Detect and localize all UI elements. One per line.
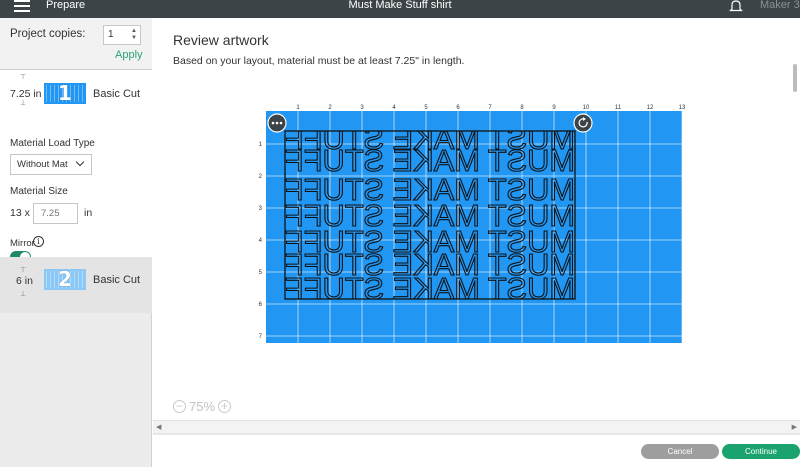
machine-name[interactable]: Maker 3 <box>760 0 800 11</box>
top-bar: Prepare Must Make Stuff shirt Maker 3 <box>0 0 800 18</box>
mat-length: 6 in <box>16 275 33 287</box>
rotate-icon[interactable] <box>573 113 593 133</box>
ruler-tick-label: 10 <box>583 105 590 111</box>
ruler-tick-label: 1 <box>296 105 300 111</box>
scroll-left-icon[interactable]: ◀ <box>156 423 161 431</box>
material-load-label: Material Load Type <box>10 138 95 149</box>
zoom-in-icon[interactable]: + <box>218 400 232 414</box>
dimension-bottom-icon: ⊥ <box>20 291 27 298</box>
zoom-control: −75% + <box>173 398 232 415</box>
ruler-tick-label: 7 <box>259 334 263 340</box>
continue-button[interactable]: Continue <box>722 444 800 459</box>
zoom-out-icon[interactable]: − <box>173 400 186 414</box>
material-width: 13 x <box>10 207 30 219</box>
material-unit: in <box>84 207 93 219</box>
bell-icon[interactable] <box>729 0 743 12</box>
ruler-tick-label: 6 <box>259 302 263 308</box>
project-title: Must Make Stuff shirt <box>348 0 452 11</box>
mat-number: 1 <box>58 81 72 105</box>
ruler-tick-label: 2 <box>259 174 263 180</box>
zoom-level: 75% <box>189 399 216 415</box>
footer-bar: Cancel Continue <box>153 434 800 467</box>
more-options-icon[interactable] <box>267 113 287 133</box>
vertical-scrollbar[interactable] <box>791 58 800 418</box>
mat-thumbnail[interactable]: 2 <box>44 269 86 290</box>
info-icon[interactable]: i <box>33 236 44 247</box>
mat-length: 7.25 in <box>10 88 42 100</box>
mat-thumbnail[interactable]: 1 <box>44 83 86 104</box>
chevron-down-icon <box>75 157 85 167</box>
ruler-tick-label: 3 <box>360 105 364 111</box>
ruler-tick-label: 8 <box>520 105 524 111</box>
cut-type-label: Basic Cut <box>93 274 141 286</box>
ruler-tick-label: 6 <box>456 105 460 111</box>
material-length-input[interactable]: 7.25 <box>33 203 78 224</box>
ruler-left: 1 2 3 4 5 6 7 <box>259 142 263 340</box>
ruler-tick-label: 3 <box>259 206 263 212</box>
artwork-text[interactable]: MUST MAKE STUFFMUST MAKE STUFFMUST MAKE … <box>285 121 575 306</box>
dimension-top-icon: ⊤ <box>20 74 27 81</box>
project-copies-panel: Project copies: 1 ▲ ▼ Apply <box>0 18 152 70</box>
mirror-label: Mirror <box>10 238 35 249</box>
copies-label: Project copies: <box>10 28 86 40</box>
dimension-bottom-icon: ⊥ <box>20 100 27 107</box>
scroll-right-icon[interactable]: ▶ <box>792 423 797 431</box>
ruler-tick-label: 1 <box>259 142 263 148</box>
mat-item-1[interactable]: ⊤ 7.25 in ⊥ 1 Basic Cut Material Load Ty… <box>0 70 152 263</box>
horizontal-scrollbar[interactable]: ◀ ▶ <box>153 420 800 434</box>
page-subtitle: Based on your layout, material must be a… <box>173 55 465 67</box>
material-size-label: Material Size <box>10 186 68 197</box>
ruler-tick-label: 13 <box>679 105 686 111</box>
ruler-tick-label: 2 <box>328 105 332 111</box>
ruler-tick-label: 5 <box>259 270 263 276</box>
mat-preview[interactable]: 1 2 3 4 5 6 7 8 9 10 11 12 13 1234567 MUST MAKE STUF… <box>247 99 687 347</box>
ruler-tick-label: 7 <box>488 105 492 111</box>
ruler-tick-label: 4 <box>259 238 263 244</box>
mat-item-2[interactable]: ⊤ 6 in ⊥ 2 Basic Cut <box>0 257 152 313</box>
copies-value: 1 <box>108 29 114 40</box>
ruler-tick-label: 12 <box>647 105 654 111</box>
ruler-top: 1 2 3 4 5 6 7 8 9 10 11 12 13 <box>296 105 686 111</box>
apply-button[interactable]: Apply <box>115 49 143 61</box>
ruler-tick-label: 9 <box>552 105 556 111</box>
ruler-tick-label: 4 <box>392 105 396 111</box>
ruler-tick-label: 5 <box>424 105 428 111</box>
page-title: Review artwork <box>173 32 269 48</box>
mat-number: 2 <box>58 267 72 291</box>
mat-sidebar: Project copies: 1 ▲ ▼ Apply ⊤ 7.25 in ⊥ 1… <box>0 18 152 467</box>
ruler-tick-label: 11 <box>615 105 622 111</box>
copies-stepper-icon[interactable]: ▲ ▼ <box>131 28 137 42</box>
cancel-button[interactable]: Cancel <box>641 444 719 459</box>
cut-type-label: Basic Cut <box>93 88 141 100</box>
copies-input[interactable]: 1 ▲ ▼ <box>103 25 141 45</box>
material-load-value: Without Mat <box>17 159 68 170</box>
material-load-select[interactable]: Without Mat <box>10 154 92 175</box>
dimension-top-icon: ⊤ <box>20 267 27 274</box>
